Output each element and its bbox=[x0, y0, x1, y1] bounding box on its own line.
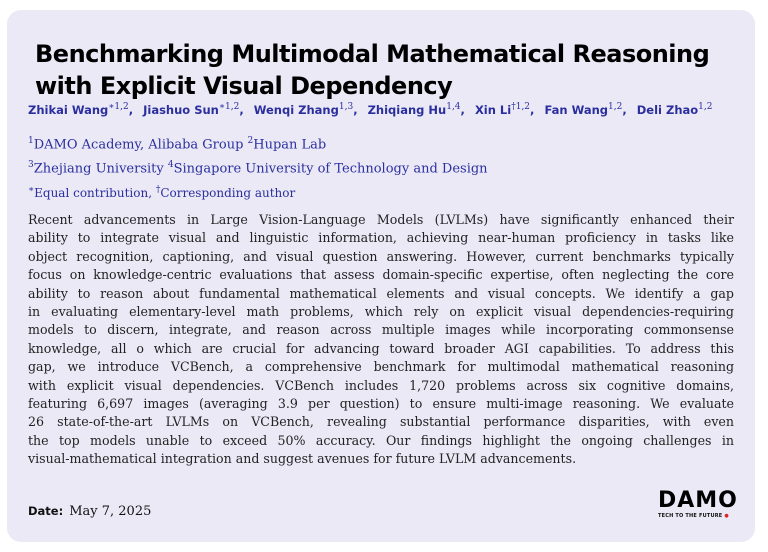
author-list: Zhikai Wang∗1,2, Jiashuo Sun∗1,2, Wenqi … bbox=[28, 102, 748, 117]
abstract-line: visual-mathematical integration and sugg… bbox=[28, 451, 577, 467]
author: Xin Li†1,2, bbox=[474, 102, 535, 117]
abstract-line: object recognition, captioning, and visu… bbox=[28, 248, 734, 264]
publication-date: Date: May 7, 2025 bbox=[28, 503, 151, 519]
affiliation-line: 3Zhejiang University 4Singapore Universi… bbox=[28, 160, 488, 177]
author: Zhikai Wang∗1,2, bbox=[28, 102, 134, 117]
affiliation-line: 1DAMO Academy, Alibaba Group 2Hupan Lab bbox=[28, 136, 327, 153]
footnote-line: ∗Equal contribution, †Corresponding auth… bbox=[28, 184, 296, 200]
abstract-line: Recent advancements in Large Vision-Lang… bbox=[28, 212, 734, 227]
damo-logo: DAMO TECH TO THE FUTURE ● bbox=[658, 488, 738, 522]
abstract-line: models to discern, integrate, and reason… bbox=[28, 322, 734, 338]
date-label: Date: bbox=[28, 504, 64, 518]
abstract: Recent advancements in Large Vision-Lang… bbox=[28, 211, 734, 469]
abstract-line: ability to integrate visual and linguist… bbox=[28, 230, 734, 246]
logo-wordmark: DAMO bbox=[658, 488, 738, 513]
title-line-1: Benchmarking Multimodal Mathematical Rea… bbox=[35, 40, 710, 68]
author: Jiashuo Sun∗1,2, bbox=[143, 102, 244, 117]
abstract-line: in evaluating elementary-level math prob… bbox=[28, 304, 734, 320]
date-value: May 7, 2025 bbox=[69, 504, 152, 519]
author: Wenqi Zhang1,3, bbox=[253, 102, 358, 117]
abstract-line: with explicit visual dependencies. VCBen… bbox=[28, 377, 734, 393]
abstract-line: ability to reason about fundamental math… bbox=[28, 285, 734, 301]
author: Zhiqiang Hu1,4, bbox=[367, 102, 465, 117]
paper-title: Benchmarking Multimodal Mathematical Rea… bbox=[35, 38, 747, 102]
abstract-line: gap, we introduce VCBench, a comprehensi… bbox=[28, 359, 734, 375]
affiliations: 1DAMO Academy, Alibaba Group 2Hupan Lab … bbox=[28, 131, 728, 203]
logo-accent-dot: ● bbox=[724, 513, 729, 519]
abstract-line: 26 state-of-the-art LVLMs on VCBench, re… bbox=[28, 414, 734, 430]
title-line-2: with Explicit Visual Dependency bbox=[35, 72, 453, 100]
abstract-line: knowledge, all o which are crucial for a… bbox=[28, 340, 734, 356]
abstract-line: the top models unable to exceed 50% accu… bbox=[28, 432, 734, 448]
author: Fan Wang1,2, bbox=[544, 102, 627, 117]
author: Deli Zhao1,2 bbox=[636, 102, 713, 117]
abstract-line: featuring 6,697 images (averaging 3.9 pe… bbox=[28, 396, 734, 412]
abstract-line: focus on knowledge-centric evaluations t… bbox=[28, 267, 734, 283]
logo-tagline: TECH TO THE FUTURE ● bbox=[658, 513, 729, 519]
